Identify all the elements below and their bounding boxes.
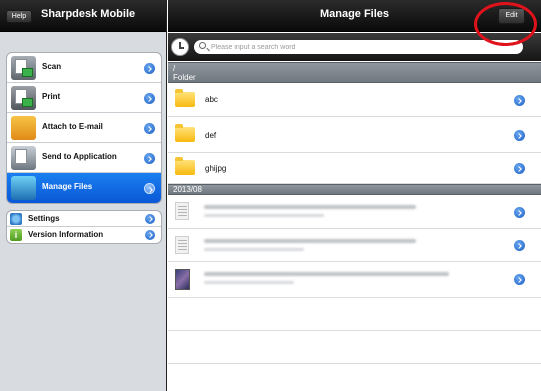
folder-row-abc[interactable]: abc xyxy=(168,84,541,117)
file-row[interactable] xyxy=(168,195,541,229)
folder-row-def[interactable]: def xyxy=(168,117,541,153)
main-menu: Scan Print Attach to E-mail Send to Appl… xyxy=(6,52,162,204)
sidebar-item-attach-email[interactable]: Attach to E-mail xyxy=(7,113,161,143)
search-icon xyxy=(199,42,206,49)
chevron-right-icon xyxy=(144,153,155,164)
scan-icon xyxy=(11,56,36,80)
folder-name: ghijpg xyxy=(205,164,227,173)
sidebar: Help Sharpdesk Mobile Scan Print Attach … xyxy=(0,0,167,391)
app-title: Sharpdesk Mobile xyxy=(41,8,136,20)
chevron-right-icon[interactable] xyxy=(514,240,525,251)
sidebar-item-label: Settings xyxy=(28,214,60,223)
sidebar-item-label: Version Information xyxy=(28,230,104,239)
sidebar-item-label: Print xyxy=(42,92,61,101)
chevron-right-icon xyxy=(145,230,155,240)
search-bar xyxy=(168,33,541,61)
chevron-right-icon[interactable] xyxy=(514,274,525,285)
blurred-file-details xyxy=(204,248,304,251)
edit-button[interactable]: Edit xyxy=(498,8,525,24)
path-section-header: / Folder xyxy=(168,62,541,83)
sidebar-item-label: Scan xyxy=(42,62,62,71)
blurred-file-name xyxy=(204,272,449,276)
sidebar-item-manage-files[interactable]: Manage Files xyxy=(7,173,161,203)
blurred-file-details xyxy=(204,281,294,284)
sidebar-item-settings[interactable]: Settings xyxy=(7,211,161,227)
gear-icon xyxy=(10,213,22,225)
search-field[interactable] xyxy=(194,40,523,54)
blurred-file-details xyxy=(204,214,324,217)
sidebar-item-version-information[interactable]: i Version Information xyxy=(7,227,161,243)
blurred-file-name xyxy=(204,205,416,209)
app-window: Help Sharpdesk Mobile Scan Print Attach … xyxy=(0,0,541,391)
chevron-right-icon[interactable] xyxy=(514,130,525,141)
send-icon xyxy=(11,146,36,170)
folder-icon xyxy=(175,157,195,175)
info-icon: i xyxy=(10,229,22,241)
chevron-right-icon[interactable] xyxy=(514,95,525,106)
search-input[interactable] xyxy=(211,41,511,53)
chevron-right-icon[interactable] xyxy=(514,163,525,174)
manage-files-icon xyxy=(11,176,36,200)
sidebar-item-send-to-application[interactable]: Send to Application xyxy=(7,143,161,173)
empty-row xyxy=(168,298,541,331)
image-thumbnail-icon xyxy=(175,269,190,290)
chevron-right-icon xyxy=(145,214,155,224)
file-row[interactable] xyxy=(168,262,541,298)
document-thumbnail-icon xyxy=(175,202,189,220)
main-navbar: Manage Files Edit xyxy=(168,0,541,32)
sidebar-item-label: Attach to E-mail xyxy=(42,122,103,131)
chevron-right-icon xyxy=(144,123,155,134)
chevron-right-icon xyxy=(144,183,155,194)
date-section-header: 2013/08 xyxy=(168,184,541,195)
empty-row xyxy=(168,331,541,364)
blurred-file-name xyxy=(204,239,416,243)
help-button[interactable]: Help xyxy=(6,10,32,23)
sidebar-item-scan[interactable]: Scan xyxy=(7,53,161,83)
chevron-right-icon xyxy=(144,93,155,104)
folder-row-ghijpg[interactable]: ghijpg xyxy=(168,153,541,184)
sidebar-item-label: Manage Files xyxy=(42,182,93,191)
chevron-right-icon[interactable] xyxy=(514,207,525,218)
folder-name: abc xyxy=(205,95,218,104)
chevron-right-icon xyxy=(144,63,155,74)
document-thumbnail-icon xyxy=(175,236,189,254)
history-clock-icon[interactable] xyxy=(171,38,189,56)
folder-name: def xyxy=(205,131,217,140)
page-title: Manage Files xyxy=(319,8,390,20)
mail-icon xyxy=(11,116,36,140)
current-path: / xyxy=(173,64,176,73)
sidebar-item-print[interactable]: Print xyxy=(7,83,161,113)
main-content: Manage Files Edit / Folder abc def gh xyxy=(168,0,541,391)
settings-menu: Settings i Version Information xyxy=(6,210,162,244)
sidebar-item-label: Send to Application xyxy=(42,152,117,161)
print-icon xyxy=(11,86,36,110)
folder-icon xyxy=(175,89,195,107)
folder-section-label: Folder xyxy=(173,73,196,82)
date-section-label: 2013/08 xyxy=(173,185,202,194)
folder-icon xyxy=(175,124,195,142)
sidebar-navbar: Help Sharpdesk Mobile xyxy=(0,0,166,32)
file-row[interactable] xyxy=(168,229,541,262)
